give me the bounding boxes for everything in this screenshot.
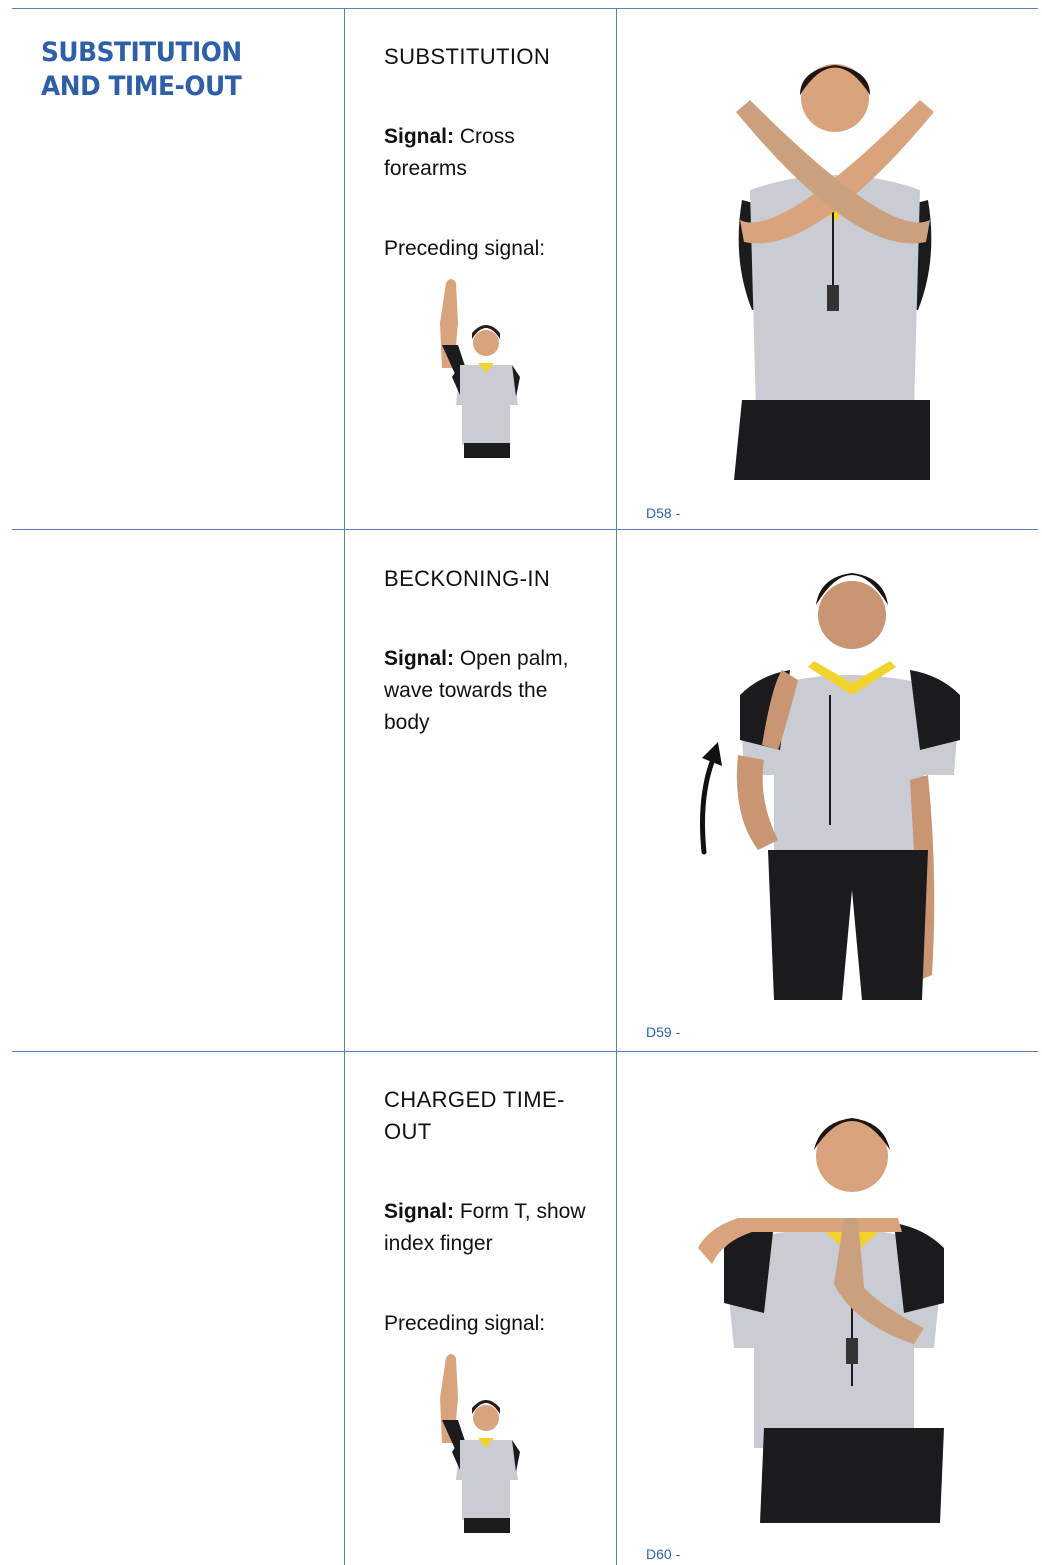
preceding-signal-label: Preceding signal: [384,237,546,260]
table-top-rule [12,8,1038,9]
signal-code: D58 - [646,505,681,521]
signal-text: Signal: Cross forearms [384,121,589,185]
section-title: SUBSTITUTION AND TIME-OUT [41,36,242,104]
row-divider-1 [12,529,1038,530]
signal-label: Signal: [384,1200,455,1223]
signal-description: CHARGED TIME-OUT Signal: Form T, show in… [384,1084,589,1340]
signal-description: BECKONING-IN Signal: Open palm, wave tow… [384,563,589,739]
signal-label: Signal: [384,125,455,148]
row-divider-2 [12,1051,1038,1052]
column-divider-right [616,8,617,1565]
signal-text: Signal: Form T, show index finger [384,1196,589,1260]
signal-label: Signal: [384,647,455,670]
signal-description: SUBSTITUTION Signal: Cross forearms Prec… [384,41,589,265]
section-title-line-2: AND TIME-OUT [41,71,242,102]
signal-image-beckoning-in [736,573,960,1000]
signal-image-substitution [734,64,934,480]
column-divider-left [344,8,345,1565]
signal-name: SUBSTITUTION [384,44,551,69]
preceding-signal-label: Preceding signal: [384,1312,546,1335]
signal-code: D60 - [646,1546,681,1562]
signal-code: D59 - [646,1024,681,1040]
preceding-signal-image [440,279,520,458]
signal-text: Signal: Open palm, wave towards the body [384,643,589,739]
signal-name: CHARGED TIME-OUT [384,1087,565,1144]
signal-image-charged-time-out [698,1118,944,1523]
motion-arrow-icon [700,742,722,855]
section-title-line-1: SUBSTITUTION [41,37,242,68]
signal-name: BECKONING-IN [384,566,551,591]
preceding-signal-image [440,1354,520,1533]
